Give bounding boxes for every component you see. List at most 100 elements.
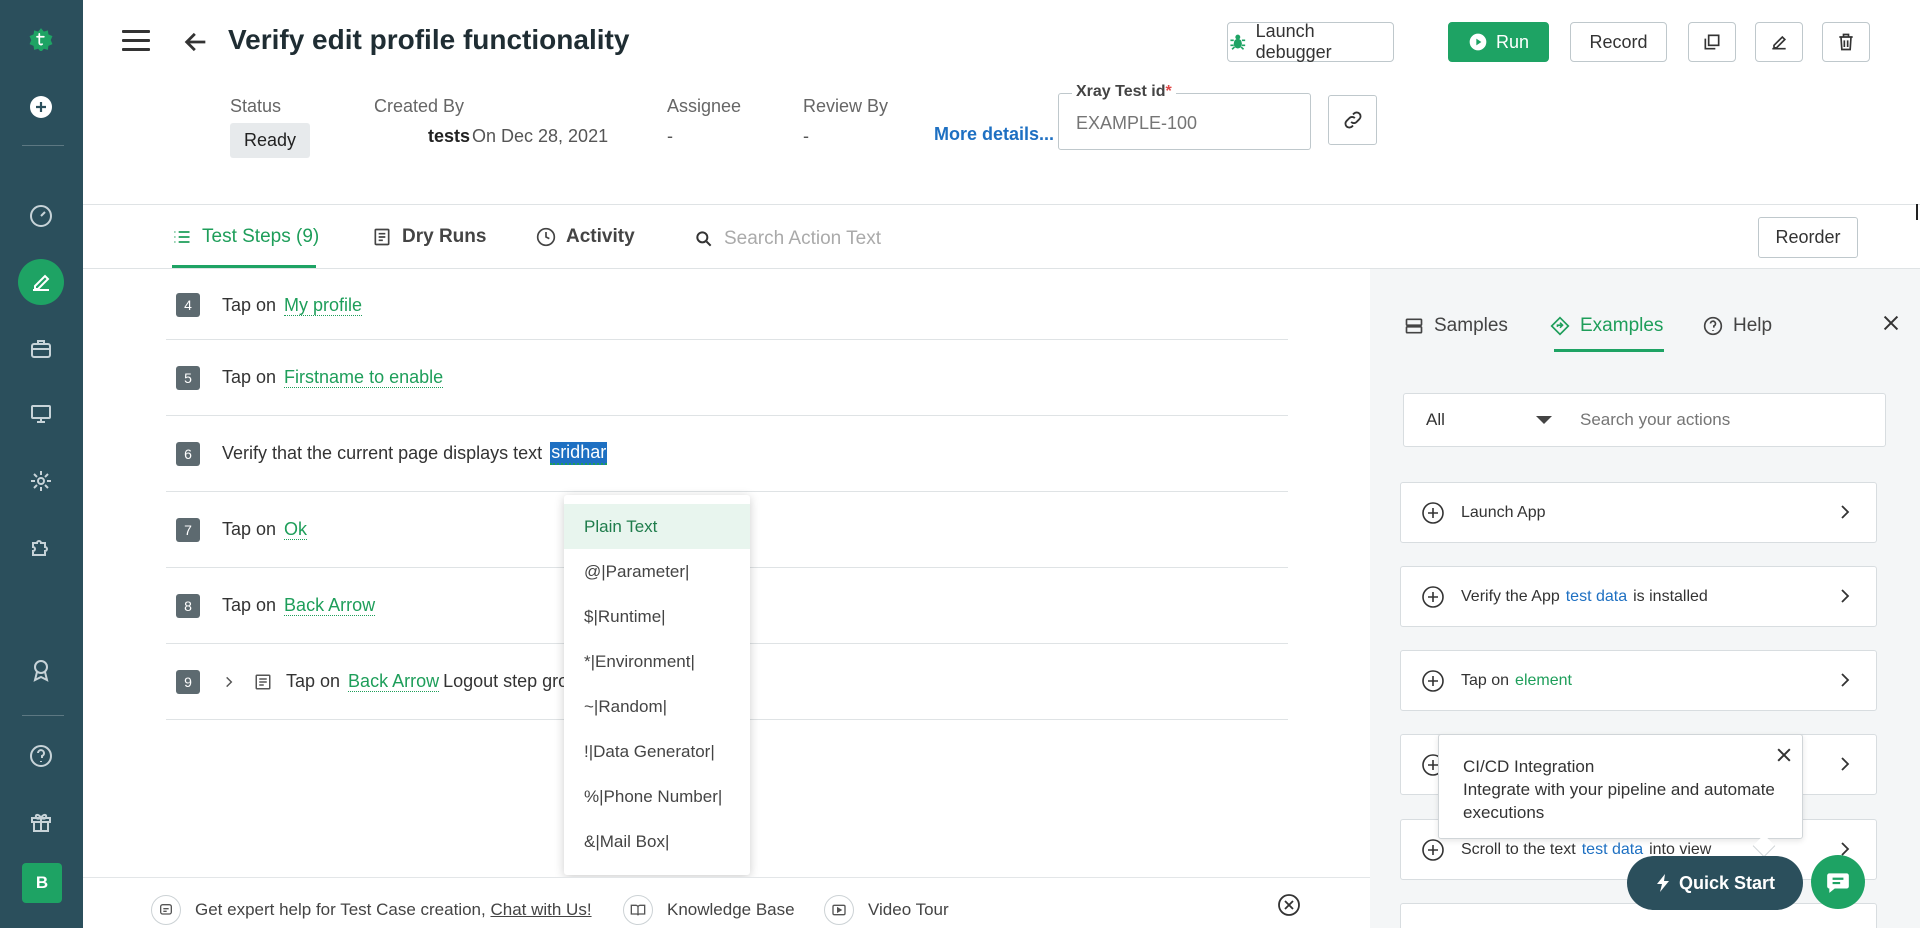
tab-test-steps[interactable]: Test Steps (9) xyxy=(172,226,319,248)
step-number: 7 xyxy=(176,517,200,542)
step-number: 8 xyxy=(176,593,200,618)
search-action-text[interactable]: Search Action Text xyxy=(694,228,881,250)
action-card[interactable]: Tap on element xyxy=(1400,650,1877,711)
step-action-text: Tap on xyxy=(286,671,341,691)
delete-button[interactable] xyxy=(1822,22,1870,62)
search-actions-input[interactable] xyxy=(1580,410,1870,430)
dropdown-item-data-generator[interactable]: !|Data Generator| xyxy=(564,729,750,774)
chevron-right-icon xyxy=(1841,505,1850,519)
dropdown-item-plain-text[interactable]: Plain Text xyxy=(564,504,750,549)
user-avatar[interactable]: B xyxy=(22,863,62,903)
more-details-link[interactable]: More details... xyxy=(934,124,1054,145)
tab-samples[interactable]: Samples xyxy=(1404,315,1508,337)
page-title: Verify edit profile functionality xyxy=(228,24,630,55)
step-group-icon xyxy=(255,674,271,689)
step-element-link[interactable]: Ok xyxy=(284,519,308,540)
lightning-bolt-icon xyxy=(1656,874,1669,892)
review-by-label: Review By xyxy=(803,96,889,116)
text-cursor xyxy=(1916,204,1918,220)
tab-examples[interactable]: Examples xyxy=(1550,315,1663,337)
step-element-link[interactable]: Back Arrow xyxy=(284,595,376,616)
xray-test-id-label: Xray Test id* xyxy=(1072,83,1176,101)
testsigma-logo-icon[interactable] xyxy=(20,18,62,60)
add-circle-icon[interactable] xyxy=(1421,585,1445,609)
xray-test-id-input[interactable] xyxy=(1076,113,1296,134)
tab-dry-runs[interactable]: Dry Runs xyxy=(372,226,486,248)
category-select[interactable]: All xyxy=(1426,410,1445,430)
step-element-link[interactable]: Firstname to enable xyxy=(284,367,444,388)
cicd-integration-tooltip: CI/CD Integration Integrate with your pi… xyxy=(1438,734,1803,839)
pencil-icon xyxy=(1772,35,1787,50)
help-circle-icon[interactable] xyxy=(22,737,60,775)
video-tour-link[interactable]: Video Tour xyxy=(824,895,949,925)
chat-support-button[interactable] xyxy=(1811,855,1865,909)
add-circle-icon[interactable] xyxy=(1421,501,1445,525)
step-test-data-selected[interactable]: sridhar xyxy=(550,442,608,465)
quick-start-button[interactable]: Quick Start xyxy=(1627,856,1803,910)
step-element-link[interactable]: Back Arrow xyxy=(348,671,440,692)
step-action-text: Tap on xyxy=(222,294,277,315)
test-cases-edit-icon[interactable] xyxy=(18,259,64,305)
chevron-right-icon xyxy=(1841,673,1850,687)
step-action-text: Tap on xyxy=(222,519,277,539)
step-action-text: Tap on xyxy=(222,595,277,615)
dropdown-item-parameter[interactable]: @|Parameter| xyxy=(564,549,750,594)
reorder-button[interactable]: Reorder xyxy=(1758,217,1858,258)
report-icon xyxy=(374,228,390,246)
table-row[interactable]: 4 Tap on My profile xyxy=(166,271,1288,340)
close-panel-icon[interactable] xyxy=(1880,312,1902,334)
server-stack-icon xyxy=(1405,318,1423,334)
chevron-right-icon[interactable] xyxy=(222,675,236,689)
dropdown-item-runtime[interactable]: $|Runtime| xyxy=(564,594,750,639)
table-row[interactable]: 5 Tap on Firstname to enable xyxy=(166,340,1288,416)
gift-icon[interactable] xyxy=(22,803,60,841)
monitor-icon[interactable] xyxy=(22,395,60,433)
back-arrow-icon[interactable] xyxy=(182,28,210,56)
puzzle-addons-icon[interactable] xyxy=(22,528,60,566)
run-button[interactable]: Run xyxy=(1448,22,1549,62)
link-button[interactable] xyxy=(1328,95,1377,145)
created-on-date: On Dec 28, 2021 xyxy=(472,126,609,146)
play-circle-icon xyxy=(1469,33,1487,51)
dashboard-gauge-icon[interactable] xyxy=(22,197,60,235)
record-button[interactable]: Record xyxy=(1570,22,1667,62)
tooltip-title: CI/CD Integration xyxy=(1463,757,1595,776)
tab-help[interactable]: Help xyxy=(1703,315,1772,337)
action-card[interactable]: Verify the App test data is installed xyxy=(1400,566,1877,627)
tab-activity[interactable]: Activity xyxy=(536,226,635,248)
add-circle-icon[interactable] xyxy=(22,88,60,126)
launch-debugger-button[interactable]: Launch debugger xyxy=(1227,21,1394,62)
edit-button[interactable] xyxy=(1755,22,1803,62)
add-circle-icon[interactable] xyxy=(1421,838,1445,862)
award-badge-icon[interactable] xyxy=(22,651,60,689)
action-card[interactable]: Launch App xyxy=(1400,482,1877,543)
dropdown-item-environment[interactable]: *|Environment| xyxy=(564,639,750,684)
step-action-text: Verify that the current page displays te… xyxy=(222,443,543,463)
footer-close-icon[interactable] xyxy=(1277,893,1301,917)
dropdown-item-mail-box[interactable]: &|Mail Box| xyxy=(564,819,750,864)
copy-icon xyxy=(1704,34,1720,50)
chat-with-us-link[interactable]: Chat with Us! xyxy=(490,900,591,919)
status-badge[interactable]: Ready xyxy=(230,123,311,158)
tooltip-close-icon[interactable] xyxy=(1774,745,1794,765)
add-circle-icon[interactable] xyxy=(1421,669,1445,693)
list-icon xyxy=(174,231,190,243)
table-row[interactable]: 6 Verify that the current page displays … xyxy=(166,416,1288,492)
clone-button[interactable] xyxy=(1688,22,1736,62)
menu-hamburger-icon[interactable] xyxy=(122,30,150,52)
knowledge-base-link[interactable]: Knowledge Base xyxy=(623,895,795,925)
dropdown-item-phone-number[interactable]: %|Phone Number| xyxy=(564,774,750,819)
book-open-icon xyxy=(623,895,653,925)
dropdown-item-random[interactable]: ~|Random| xyxy=(564,684,750,729)
step-element-link[interactable]: My profile xyxy=(284,295,363,316)
step-number: 5 xyxy=(176,365,200,390)
review-by-value[interactable]: - xyxy=(803,126,809,147)
expert-help-item: Get expert help for Test Case creation, … xyxy=(151,895,592,925)
assignee-value[interactable]: - xyxy=(667,126,673,147)
action-card[interactable] xyxy=(1400,903,1877,928)
settings-gear-icon[interactable] xyxy=(22,462,60,500)
briefcase-icon[interactable] xyxy=(22,330,60,368)
link-chain-icon xyxy=(1344,111,1361,129)
caret-down-icon[interactable] xyxy=(1536,416,1552,424)
chat-bubble-icon xyxy=(151,895,181,925)
